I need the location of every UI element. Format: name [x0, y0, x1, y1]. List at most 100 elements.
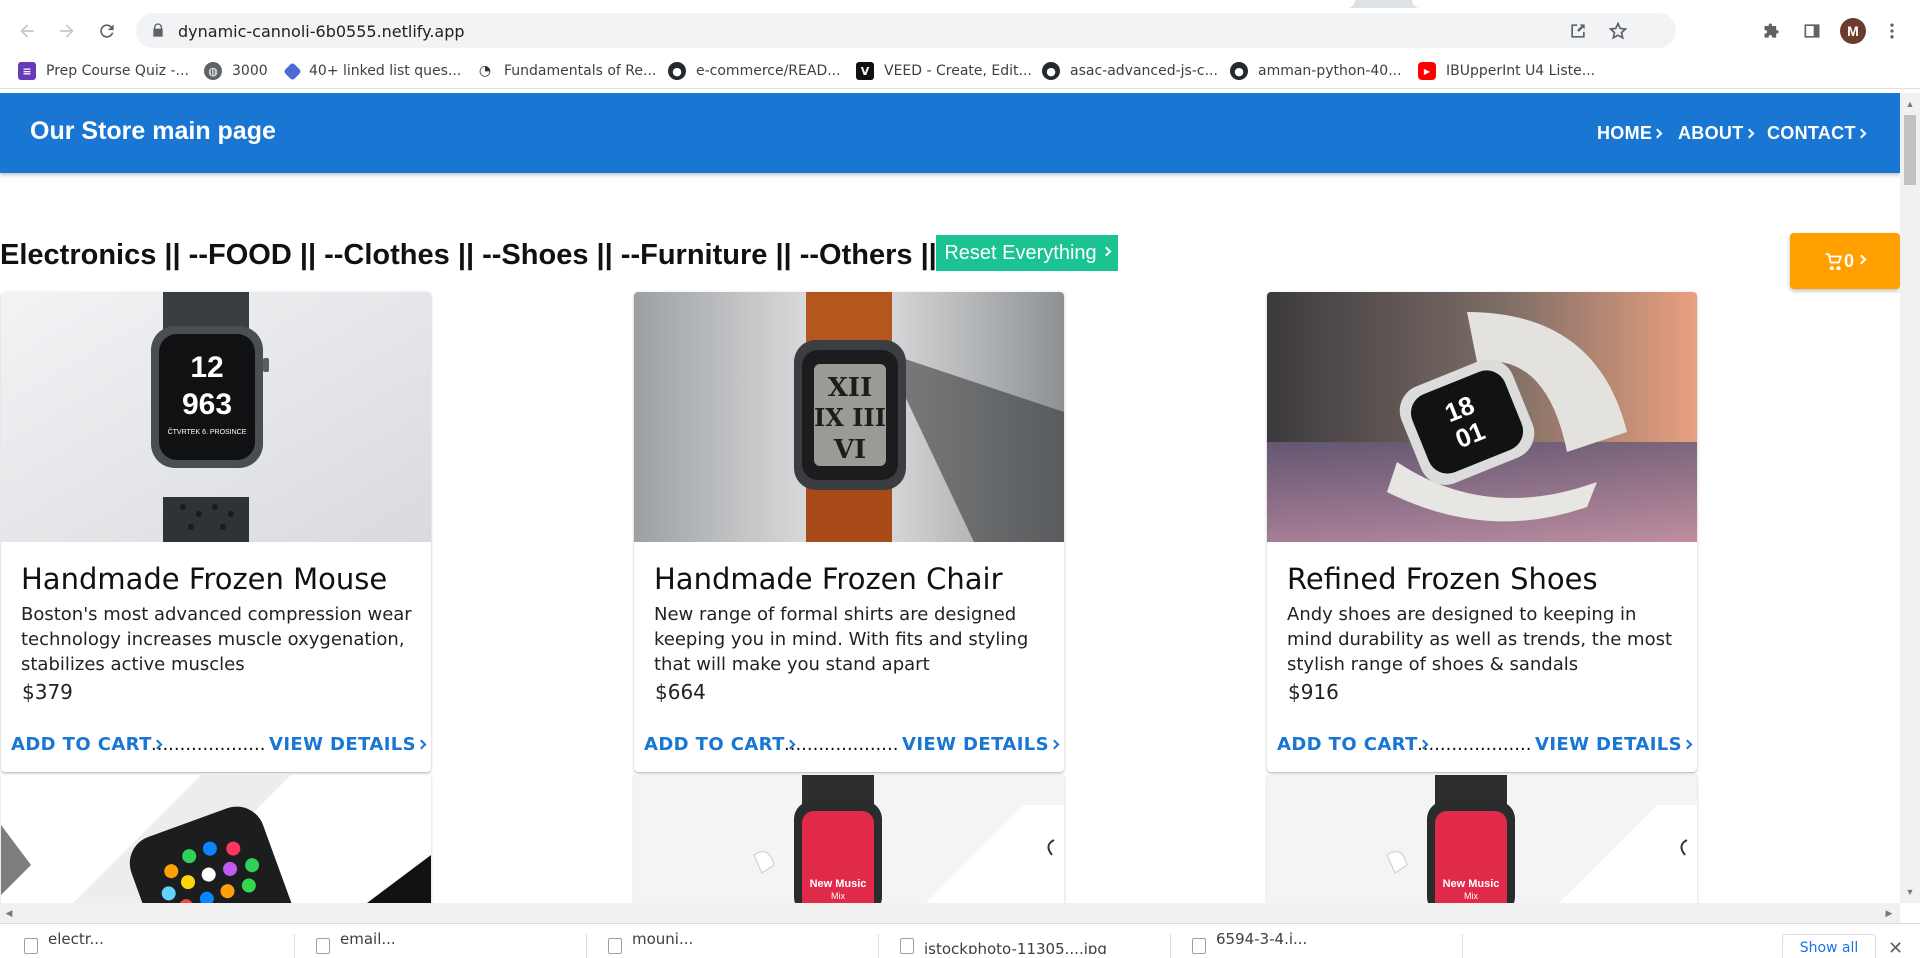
file-icon [316, 938, 330, 954]
glasses-icon: ◔ [478, 63, 492, 79]
horizontal-scrollbar[interactable]: ◀ ▶ [0, 903, 1900, 923]
bookmark-item[interactable]: V VEED - Create, Edit... [856, 60, 1032, 82]
download-item[interactable]: electr... [0, 930, 290, 958]
product-price: $379 [22, 680, 73, 704]
download-item[interactable]: istockphoto-11305....jpg [876, 924, 1166, 954]
kebab-menu-icon[interactable] [1880, 19, 1904, 43]
bookmark-label: asac-advanced-js-c... [1070, 63, 1218, 79]
product-image: New Music Mix [634, 775, 1064, 903]
download-item[interactable]: email... [292, 930, 582, 958]
github-icon: ● [1042, 62, 1060, 80]
svg-text:IX III: IX III [814, 403, 886, 432]
view-details-label: VIEW DETAILS [269, 734, 417, 755]
scrollbar-thumb[interactable] [1904, 115, 1916, 185]
bookmark-item[interactable]: ◔ Fundamentals of Re... [476, 60, 656, 82]
svg-text:Mix: Mix [831, 891, 845, 901]
veed-icon: V [856, 62, 874, 80]
product-price: $664 [655, 680, 706, 704]
forward-arrow-icon[interactable] [52, 16, 82, 46]
svg-text:XII: XII [828, 373, 873, 403]
cart-icon [1825, 253, 1842, 270]
vertical-scrollbar[interactable]: ▲ ▼ [1900, 93, 1920, 903]
inactive-tab[interactable] [1412, 0, 1920, 8]
scroll-up-arrow-icon[interactable]: ▲ [1905, 99, 1915, 109]
star-icon[interactable] [1608, 21, 1628, 41]
lock-icon[interactable] [150, 22, 166, 38]
bookmark-item[interactable]: ● e-commerce/READ... [668, 60, 841, 82]
active-tab[interactable] [0, 0, 1355, 8]
side-panel-icon[interactable] [1800, 19, 1824, 43]
svg-text:12: 12 [190, 351, 223, 384]
category-filter-bar: Electronics || --FOOD || --Clothes || --… [0, 233, 964, 277]
view-details-button[interactable]: VIEW DETAILS [269, 734, 427, 755]
nav-about-label: ABOUT [1678, 123, 1744, 143]
add-to-cart-label: ADD TO CART [1277, 734, 1418, 755]
nav-about-link[interactable]: ABOUT [1678, 123, 1754, 144]
add-to-cart-button[interactable]: ADD TO CART [644, 734, 796, 755]
bookmark-item[interactable]: ≡ Prep Course Quiz -... [18, 60, 189, 82]
download-filename: istockphoto-11305....jpg [924, 940, 1107, 954]
download-shelf: electr... email... mouni... istockphoto-… [0, 923, 1920, 958]
bookmark-item[interactable]: ▶ IBUpperInt U4 Liste... [1418, 60, 1595, 82]
bookmark-item[interactable]: ● asac-advanced-js-c... [1042, 60, 1218, 82]
close-icon[interactable]: ✕ [1888, 938, 1903, 958]
bookmarks-bar: ≡ Prep Course Quiz -... ◍ 3000 40+ linked … [0, 53, 1920, 89]
download-item[interactable]: mouni... [584, 930, 874, 958]
file-icon [608, 938, 622, 954]
chevron-right-icon [416, 739, 427, 750]
bookmark-item[interactable]: ● amman-python-40... [1230, 60, 1402, 82]
product-description: Boston's most advanced compression wear … [21, 604, 412, 675]
github-icon: ● [1230, 62, 1248, 80]
reload-icon[interactable] [92, 16, 122, 46]
app-header: Our Store main page HOME ABOUT CONTACT [0, 93, 1900, 173]
store-title: Our Store main page [30, 117, 276, 145]
separator-dots: .................... [1417, 734, 1532, 755]
product-title: Handmade Frozen Chair [654, 562, 1003, 596]
show-all-downloads-button[interactable]: Show all [1782, 934, 1876, 958]
product-card: XII IX III VI Handmade Frozen Chair New … [634, 292, 1064, 772]
chevron-right-icon [1049, 739, 1060, 750]
product-image: New Music Mix [1267, 775, 1697, 903]
product-card: 18 01 Refined Frozen Shoes Andy shoes ar… [1267, 292, 1697, 772]
share-icon[interactable] [1568, 21, 1588, 41]
scroll-left-arrow-icon[interactable]: ◀ [4, 908, 14, 918]
bookmark-item[interactable]: ◍ 3000 [204, 60, 268, 82]
product-image: 12 963 ČTVRTEK 6. PROSINCE [1, 292, 431, 542]
extensions-puzzle-icon[interactable] [1760, 19, 1784, 43]
add-to-cart-label: ADD TO CART [644, 734, 785, 755]
reset-everything-button[interactable]: Reset Everything [936, 235, 1118, 271]
scroll-down-arrow-icon[interactable]: ▼ [1905, 887, 1915, 897]
download-item[interactable]: 6594-3-4.i... [1168, 930, 1458, 958]
svg-text:VI: VI [833, 435, 866, 465]
download-filename: 6594-3-4.i... [1216, 930, 1308, 948]
github-icon: ● [668, 62, 686, 80]
chevron-right-icon [1856, 128, 1867, 139]
add-to-cart-button[interactable]: ADD TO CART [1277, 734, 1429, 755]
view-details-button[interactable]: VIEW DETAILS [1535, 734, 1693, 755]
category-links[interactable]: Electronics || --FOOD || --Clothes || --… [0, 239, 964, 272]
add-to-cart-button[interactable]: ADD TO CART [11, 734, 163, 755]
bookmark-label: IBUpperInt U4 Liste... [1446, 63, 1596, 79]
back-arrow-icon[interactable] [12, 16, 42, 46]
chevron-right-icon [1652, 128, 1663, 139]
nav-contact-link[interactable]: CONTACT [1767, 123, 1867, 144]
cart-button[interactable]: 0 [1790, 233, 1900, 289]
url-text[interactable]: dynamic-cannoli-6b0555.netlify.app [178, 22, 465, 41]
product-card-partial: New Music Mix [634, 775, 1064, 903]
scroll-right-arrow-icon[interactable]: ▶ [1884, 908, 1894, 918]
bookmark-label: VEED - Create, Edit... [884, 63, 1032, 79]
download-filename: electr... [48, 930, 104, 948]
card-actions: ADD TO CART .................... VIEW DE… [1267, 730, 1697, 766]
profile-avatar[interactable]: M [1840, 18, 1866, 44]
bookmark-label: Fundamentals of Re... [504, 63, 657, 79]
view-details-label: VIEW DETAILS [1535, 734, 1683, 755]
product-title: Refined Frozen Shoes [1287, 562, 1598, 596]
nav-home-link[interactable]: HOME [1597, 123, 1663, 144]
view-details-button[interactable]: VIEW DETAILS [902, 734, 1060, 755]
form-icon: ≡ [18, 62, 36, 80]
svg-text:New Music: New Music [810, 878, 867, 890]
bookmark-item[interactable]: 40+ linked list ques... [283, 60, 461, 82]
file-icon [900, 938, 914, 954]
address-bar[interactable]: dynamic-cannoli-6b0555.netlify.app [136, 13, 1676, 48]
add-to-cart-label: ADD TO CART [11, 734, 152, 755]
